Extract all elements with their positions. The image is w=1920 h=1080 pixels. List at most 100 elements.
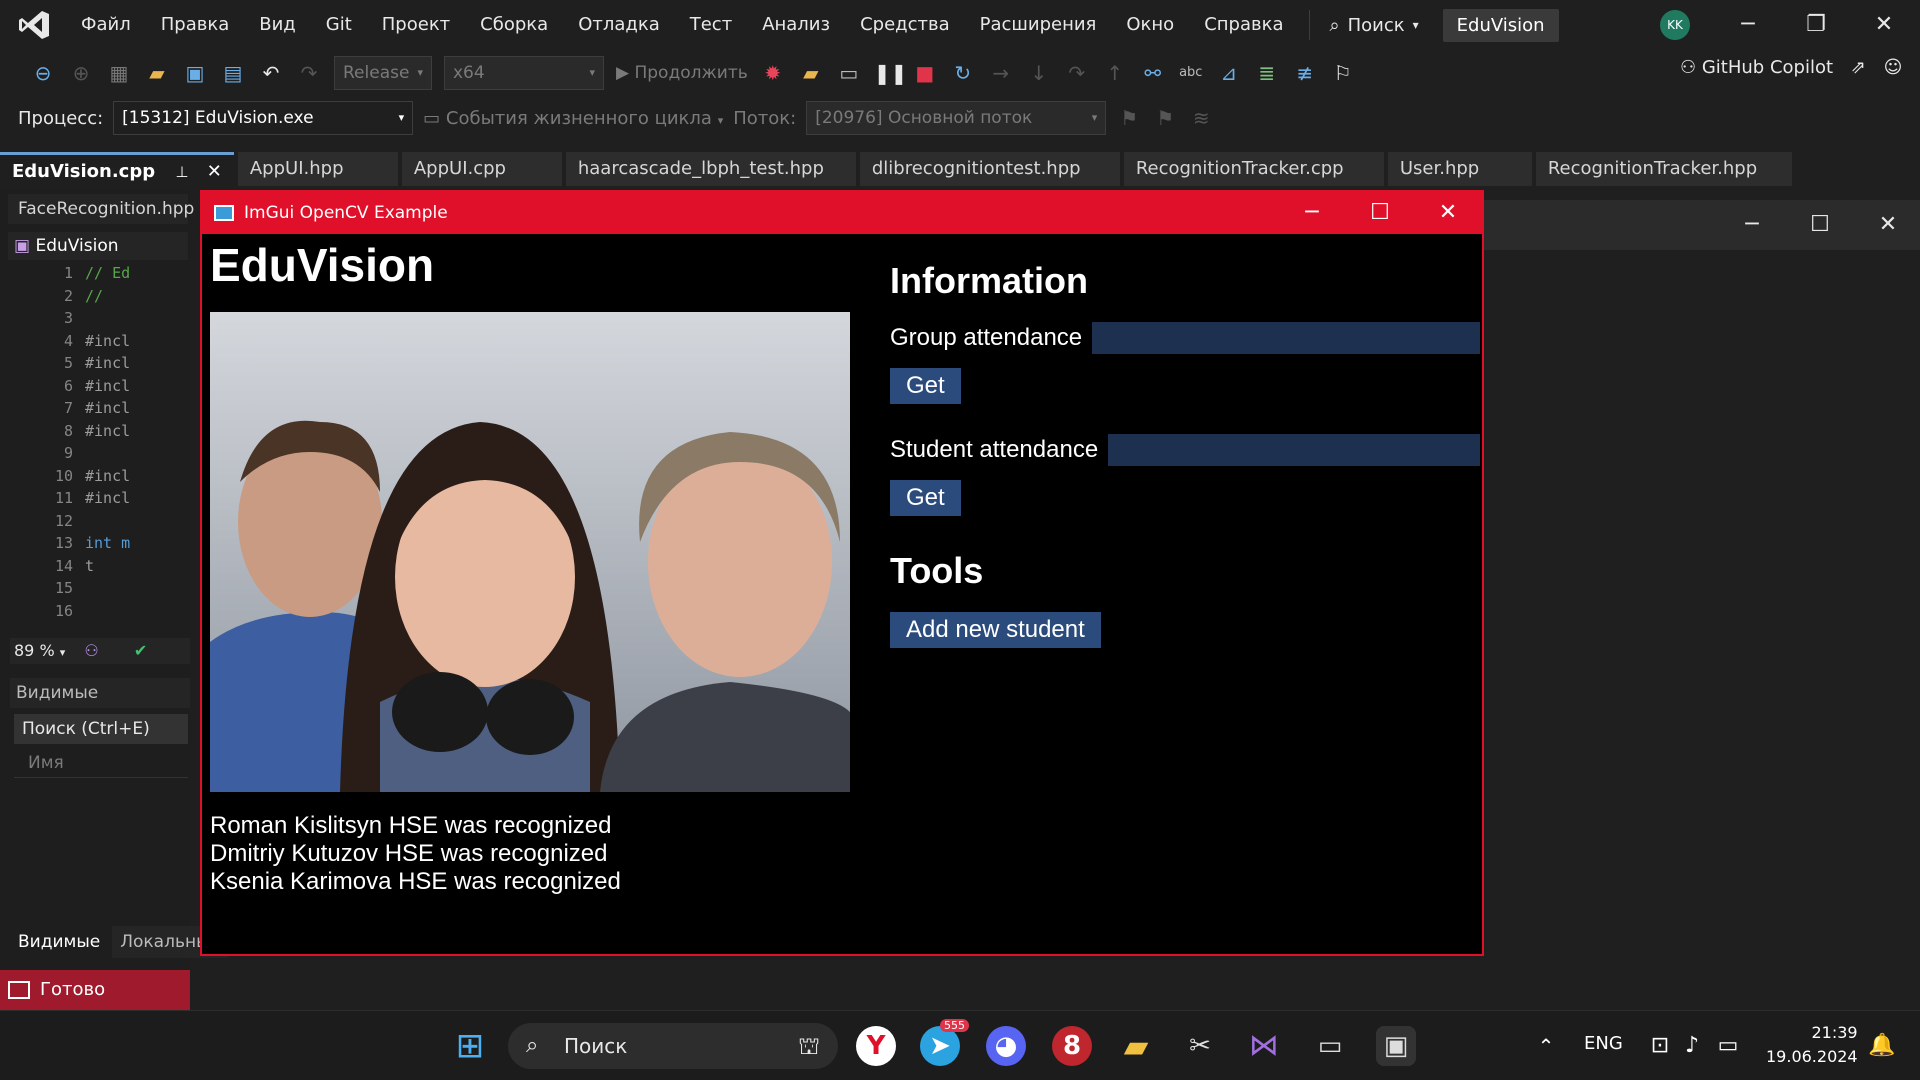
zoom-level-select[interactable]: 89 % ▾ ⚇ ✔ [10,638,190,664]
solution-name-badge[interactable]: EduVision [1442,8,1559,42]
taskbar-search-box[interactable]: ⌕ Поиск ⛫ [508,1023,838,1069]
student-attendance-input[interactable] [1108,434,1480,466]
step-over-icon[interactable]: ↷ [1064,60,1090,86]
comment-icon[interactable]: ≣ [1254,60,1280,86]
snipping-tool-icon[interactable]: ✂ [1180,1026,1220,1066]
menu-git[interactable]: Git [311,0,367,50]
tab-autos[interactable]: Видимые [10,926,109,958]
menu-debug[interactable]: Отладка [563,0,675,50]
share-icon[interactable]: ⇗ [1851,57,1866,78]
menu-test[interactable]: Тест [675,0,747,50]
tab-appui-cpp[interactable]: AppUI.cpp [401,152,562,186]
save-all-icon[interactable]: ▤ [220,60,246,86]
terminal-icon[interactable]: ▭ [1310,1026,1350,1066]
menu-file[interactable]: Файл [66,0,146,50]
tab-user-hpp[interactable]: User.hpp [1387,152,1532,186]
github-copilot-button[interactable]: ⚇ GitHub Copilot ⇗ ☺ [1680,57,1902,78]
menu-extensions[interactable]: Расширения [965,0,1112,50]
battery-icon[interactable]: ▭ [1708,1026,1748,1066]
get-student-attendance-button[interactable]: Get [890,480,961,516]
taskbar-clock[interactable]: 21:39 19.06.2024 [1766,1021,1858,1069]
tab-recognitiontracker-cpp[interactable]: RecognitionTracker.cpp [1123,152,1384,186]
hot-reload-icon[interactable]: ✹ [760,60,786,86]
group-attendance-input[interactable] [1092,322,1480,354]
tab-appui-hpp[interactable]: AppUI.hpp [237,152,398,186]
close-icon[interactable]: ✕ [1856,0,1912,50]
lifecycle-events-button[interactable]: ▭ События жизненного цикла ▾ [423,108,723,129]
maximize-icon[interactable]: ☐ [1346,192,1414,234]
tab-facerecognition-hpp[interactable]: FaceRecognition.hpp [8,194,194,224]
discord-icon[interactable]: ◕ [986,1026,1026,1066]
menu-analyze[interactable]: Анализ [747,0,845,50]
platform-select[interactable]: x64 ▾ [444,56,604,90]
bookmark-icon[interactable]: ⚐ [1330,60,1356,86]
tab-dlibrecognitiontest-hpp[interactable]: dlibrecognitiontest.hpp [859,152,1120,186]
start-icon[interactable]: ⊞ [450,1026,490,1066]
redo-icon[interactable]: ↷ [296,60,322,86]
avatar[interactable]: KK [1660,10,1690,40]
pin-icon[interactable]: ⊥ [175,163,188,181]
close-icon[interactable]: ✕ [1860,200,1916,250]
imgui-titlebar[interactable]: ImGui OpenCV Example ─ ☐ ✕ [202,192,1482,234]
menu-build[interactable]: Сборка [465,0,563,50]
spellcheck-icon[interactable]: abc [1178,60,1204,86]
restart-icon[interactable]: ↻ [950,60,976,86]
thread-select[interactable]: [20976] Основной поток ▾ [806,101,1107,135]
scope-dropdown[interactable]: ▣ EduVision [8,232,188,260]
close-icon[interactable]: ✕ [1414,192,1482,234]
locals-search-input[interactable]: Поиск (Ctrl+E) [14,714,188,744]
visual-studio-taskbar-icon[interactable]: ⋈ [1244,1026,1284,1066]
menu-project[interactable]: Проект [367,0,465,50]
flag-icon[interactable]: ⚑ [1116,105,1142,131]
menu-edit[interactable]: Правка [146,0,245,50]
copilot-status-icon[interactable]: ⚇ [84,641,98,660]
forward-icon[interactable]: ⊕ [68,60,94,86]
add-new-student-button[interactable]: Add new student [890,612,1101,648]
flag-threads-icon[interactable]: ⚑ [1152,105,1178,131]
code-editor[interactable]: 1 // Ed 2 // 3 4 #incl 5 #incl 6 #incl 7 #incl 8 #incl… [10,262,190,632]
get-group-attendance-button[interactable]: Get [890,368,961,404]
chevron-up-icon[interactable]: ⌃ [1526,1026,1566,1066]
step-out-icon[interactable]: ↑ [1102,60,1128,86]
visual-studio-logo-icon[interactable] [16,7,52,43]
minimize-icon[interactable]: ─ [1278,192,1346,234]
menu-help[interactable]: Справка [1189,0,1298,50]
search-box[interactable]: ⌕ Поиск ▾ [1320,15,1429,36]
language-indicator[interactable]: ENG [1584,1033,1623,1054]
stack-frame-icon[interactable]: ≋ [1188,105,1214,131]
no-issues-icon[interactable]: ✔ [134,641,147,660]
file-explorer-icon[interactable]: ▰ [1116,1026,1156,1066]
format-icon[interactable]: ⊿ [1216,60,1242,86]
pause-icon[interactable]: ❚❚ [874,60,908,86]
tab-haarcascade-hpp[interactable]: haarcascade_lbph_test.hpp [565,152,856,186]
feedback-icon[interactable]: ☺ [1884,57,1903,78]
imgui-app-taskbar-icon[interactable]: ▣ [1376,1026,1416,1066]
diagnostics-icon[interactable]: ⚯ [1140,60,1166,86]
tab-recognitiontracker-hpp[interactable]: RecognitionTracker.hpp [1535,152,1792,186]
menu-tools[interactable]: Средства [845,0,965,50]
undo-icon[interactable]: ↶ [258,60,284,86]
telegram-icon[interactable]: ➤ [920,1026,960,1066]
process-select[interactable]: [15312] EduVision.exe ▾ [113,101,414,135]
back-icon[interactable]: ⊖ [30,60,56,86]
build-config-select[interactable]: Release ▾ [334,56,432,90]
stop-icon[interactable]: ■ [912,60,938,86]
close-icon[interactable]: ✕ [207,161,222,182]
folder-icon[interactable]: ▰ [798,60,824,86]
restore-icon[interactable]: ❐ [1788,0,1844,50]
minimize-icon[interactable]: ─ [1724,200,1780,250]
notification-bell-icon[interactable]: 🔔 [1862,1026,1902,1066]
app-8-icon[interactable]: 8 [1052,1026,1092,1066]
show-next-statement-icon[interactable]: → [988,60,1014,86]
open-folder-icon[interactable]: ▰ [144,60,170,86]
step-into-icon[interactable]: ↓ [1026,60,1052,86]
minimize-icon[interactable]: ─ [1720,0,1776,50]
tab-eduvision-cpp[interactable]: EduVision.cpp ⊥ ✕ [0,152,234,186]
yandex-browser-icon[interactable]: Y [856,1026,896,1066]
volume-icon[interactable]: ♪ [1672,1026,1712,1066]
layout-icon[interactable]: ▭ [836,60,862,86]
continue-button[interactable]: ▶ Продолжить [616,63,748,83]
uncomment-icon[interactable]: ≢ [1292,60,1318,86]
new-project-icon[interactable]: ▦ [106,60,132,86]
menu-view[interactable]: Вид [244,0,311,50]
